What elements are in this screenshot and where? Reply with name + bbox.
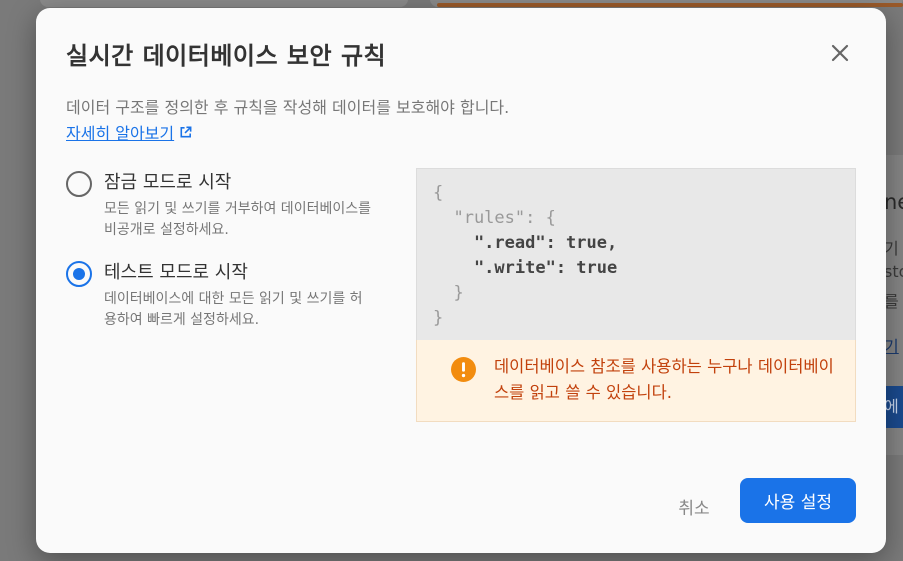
background-text: sto xyxy=(884,262,903,281)
locked-mode-description: 모든 읽기 및 쓰기를 거부하여 데이터베이스를 비공개로 설정하세요. xyxy=(104,201,371,238)
dialog-description: 데이터 구조를 정의한 후 규칙을 작성해 데이터를 보호해야 합니다. xyxy=(66,98,510,117)
code-line: } xyxy=(433,308,444,328)
close-icon xyxy=(831,44,849,62)
background-text: 기 xyxy=(884,239,899,258)
external-link-icon xyxy=(180,126,192,138)
warning-banner: 데이터베이스 참조를 사용하는 누구나 데이터베이스를 읽고 쓸 수 있습니다. xyxy=(416,340,856,422)
code-key: "rules" xyxy=(433,208,526,228)
learn-more-label: 자세히 알아보기 xyxy=(66,124,175,143)
code-line: } xyxy=(433,283,464,303)
dialog-title: 실시간 데이터베이스 보안 규칙 xyxy=(66,42,387,70)
code-punct: : { xyxy=(525,208,556,228)
locked-mode-radio[interactable] xyxy=(66,171,92,197)
test-mode-description: 데이터베이스에 대한 모든 읽기 및 쓰기를 허용하여 빠르게 설정하세요. xyxy=(104,291,363,328)
background-button: 에 xyxy=(884,386,903,428)
code-line: "rules": { xyxy=(433,206,839,231)
test-mode-radio[interactable] xyxy=(66,261,92,287)
locked-mode-label: 잠금 모드로 시작 xyxy=(104,172,232,193)
test-mode-label: 테스트 모드로 시작 xyxy=(104,262,248,283)
background-link: 기 xyxy=(884,337,899,356)
enable-button[interactable]: 사용 설정 xyxy=(740,478,856,523)
rules-code-preview: { "rules": { ".read": true, ".write": tr… xyxy=(416,168,856,340)
security-rules-dialog: 실시간 데이터베이스 보안 규칙 데이터 구조를 정의한 후 규칙을 작성해 데… xyxy=(36,8,886,553)
cancel-button[interactable]: 취소 xyxy=(664,484,724,528)
code-line: { xyxy=(433,183,444,203)
background-progress-bar xyxy=(437,3,903,7)
warning-icon xyxy=(451,357,476,382)
background-text: 를 xyxy=(884,292,899,311)
warning-text: 데이터베이스 참조를 사용하는 누구나 데이터베이스를 읽고 쓸 수 있습니다. xyxy=(494,357,834,402)
background-text: ne xyxy=(884,190,903,214)
close-button[interactable] xyxy=(828,41,852,65)
code-line: ".write": true xyxy=(433,258,618,278)
code-line: ".read": true, xyxy=(433,233,618,253)
background-card xyxy=(40,0,408,7)
learn-more-link[interactable]: 자세히 알아보기 xyxy=(66,120,193,144)
